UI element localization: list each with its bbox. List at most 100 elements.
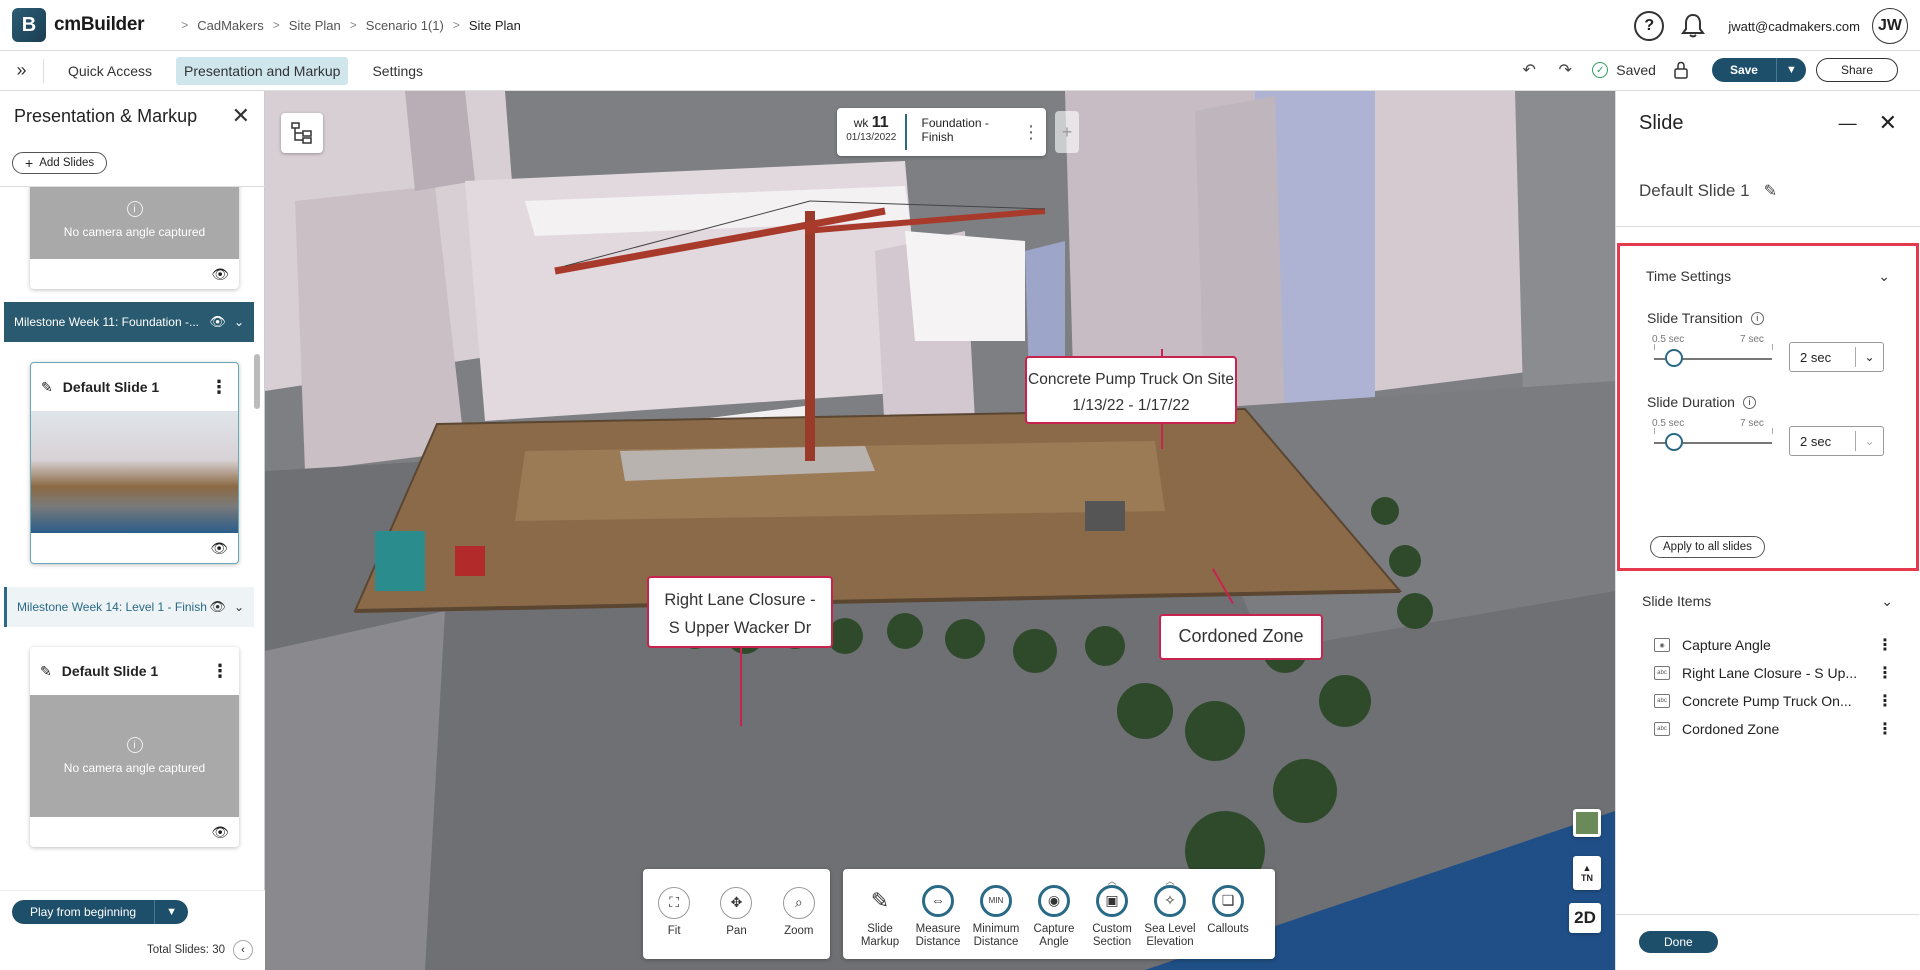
close-icon[interactable]: ✕	[232, 103, 250, 129]
chevron-right-icon: >	[181, 18, 189, 32]
section-title: Time Settings	[1646, 268, 1732, 284]
info-icon[interactable]: i	[1750, 311, 1764, 325]
2d-toggle-button[interactable]: 2D	[1569, 903, 1601, 933]
chevron-down-icon[interactable]: ⌄	[1881, 593, 1893, 610]
chevron-up-icon[interactable]: ︿	[1165, 876, 1174, 887]
bell-icon[interactable]	[1678, 11, 1708, 41]
scrollbar[interactable]	[254, 354, 260, 409]
more-vertical-icon[interactable]: ⋮	[1877, 663, 1893, 683]
chevron-down-icon[interactable]: ▼	[154, 900, 189, 924]
sea-level-elevation-button[interactable]: ︿ ✧ Sea Level Elevation	[1141, 876, 1199, 959]
breadcrumb-item[interactable]: Site Plan	[289, 18, 341, 33]
breadcrumb-item[interactable]: Scenario 1(1)	[366, 18, 444, 33]
callout-concrete-pump[interactable]: Concrete Pump Truck On Site 1/13/22 - 1/…	[1025, 356, 1237, 424]
measure-distance-button[interactable]: ⇔ Measure Distance	[909, 885, 967, 959]
eye-icon[interactable]: 👁	[209, 314, 226, 330]
minimize-icon[interactable]: —	[1839, 113, 1857, 134]
callout-cordoned-zone[interactable]: Cordoned Zone	[1159, 614, 1323, 660]
apply-to-all-slides-button[interactable]: Apply to all slides	[1650, 536, 1765, 558]
lock-icon[interactable]	[1670, 59, 1692, 81]
tab-settings[interactable]: Settings	[364, 57, 431, 85]
tool-label: Custom Section	[1092, 923, 1132, 948]
slide-card-selected[interactable]: ✎ Default Slide 1 ⋮ 👁	[30, 362, 239, 564]
compass-button[interactable]: ▲ TN	[1573, 856, 1601, 890]
callouts-button[interactable]: ❏ Callouts	[1199, 885, 1257, 959]
slider-handle[interactable]	[1665, 433, 1683, 451]
custom-section-button[interactable]: ︿ ▣ Custom Section	[1083, 876, 1141, 959]
undo-icon[interactable]: ↶	[1516, 57, 1542, 83]
scene-tree-button[interactable]	[281, 113, 323, 153]
chevron-down-icon[interactable]: ⌄	[1855, 431, 1883, 451]
eye-icon[interactable]: 👁	[30, 817, 239, 847]
list-item[interactable]: abc Right Lane Closure - S Up... ⋮	[1616, 659, 1919, 687]
pan-button[interactable]: ✥ Pan	[707, 887, 765, 959]
minimum-distance-button[interactable]: MIN Minimum Distance	[967, 885, 1025, 959]
fit-button[interactable]: ⛶ Fit	[645, 887, 703, 959]
top-bar: B cmBuilder > CadMakers > Site Plan > Sc…	[0, 0, 1920, 51]
expand-icon[interactable]: »	[0, 58, 44, 83]
eye-icon[interactable]: 👁	[30, 259, 239, 289]
slide-transition-select[interactable]: 2 sec ⌄	[1789, 342, 1884, 372]
info-icon[interactable]: i	[1742, 395, 1756, 409]
edit-icon[interactable]: ✎	[41, 379, 53, 396]
timeline-marker[interactable]: wk 11 01/13/2022 Foundation - Finish ⋮	[837, 108, 1046, 156]
time-settings-header[interactable]: Time Settings ⌄	[1620, 246, 1916, 306]
slide-items-header[interactable]: Slide Items ⌄	[1616, 571, 1919, 631]
slide-duration-select[interactable]: 2 sec ⌄	[1789, 426, 1884, 456]
item-label: Concrete Pump Truck On...	[1682, 693, 1852, 709]
slider-handle[interactable]	[1665, 349, 1683, 367]
edit-icon[interactable]: ✎	[40, 663, 52, 680]
tool-label: Slide Markup	[860, 923, 900, 948]
tab-presentation-markup[interactable]: Presentation and Markup	[176, 56, 349, 85]
chevron-up-icon[interactable]: ︿	[1107, 876, 1116, 887]
chevron-down-icon[interactable]: ⌄	[234, 315, 244, 329]
slide-markup-button[interactable]: ✎ Slide Markup	[851, 885, 909, 959]
chevron-down-icon[interactable]: ⌄	[1855, 347, 1883, 367]
more-vertical-icon[interactable]: ⋮	[1877, 719, 1893, 739]
edit-icon[interactable]: ✎	[1764, 181, 1777, 201]
list-item[interactable]: abc Concrete Pump Truck On... ⋮	[1616, 687, 1919, 715]
eye-icon[interactable]: 👁	[209, 599, 226, 615]
chevron-down-icon[interactable]: ⌄	[234, 600, 244, 614]
done-button[interactable]: Done	[1639, 931, 1718, 953]
tab-quick-access[interactable]: Quick Access	[60, 57, 160, 85]
slide-card[interactable]: ✎ Default Slide 1 ⋮ i No camera angle ca…	[30, 647, 239, 847]
more-vertical-icon[interactable]: ⋮	[210, 377, 228, 398]
chevron-down-icon[interactable]: ⌄	[1878, 268, 1890, 285]
close-icon[interactable]: ✕	[1879, 110, 1897, 136]
breadcrumb-item[interactable]: CadMakers	[197, 18, 263, 33]
help-icon[interactable]: ?	[1634, 11, 1665, 41]
save-button[interactable]: Save	[1711, 58, 1776, 82]
app-logo[interactable]: B cmBuilder	[12, 8, 145, 42]
milestone-header[interactable]: Milestone Week 14: Level 1 - Finish 👁 ⌄	[4, 587, 254, 627]
more-vertical-icon[interactable]: ⋮	[211, 661, 229, 682]
slider-tick	[1654, 344, 1655, 350]
map-thumbnail-button[interactable]	[1573, 809, 1601, 837]
user-email[interactable]: jwatt@cadmakers.com	[1728, 19, 1860, 34]
slides-list[interactable]: i No camera angle captured 👁 Milestone W…	[0, 186, 265, 963]
3d-viewport[interactable]: wk 11 01/13/2022 Foundation - Finish ⋮ +…	[265, 91, 1615, 970]
more-vertical-icon[interactable]: ⋮	[1877, 635, 1893, 655]
eye-icon[interactable]: 👁	[31, 533, 238, 563]
slide-card[interactable]: i No camera angle captured 👁	[30, 187, 239, 289]
add-timeline-icon[interactable]: +	[1055, 111, 1079, 153]
zoom-button[interactable]: ⌕ Zoom	[770, 887, 828, 959]
avatar[interactable]: JW	[1872, 8, 1908, 44]
milestone-header[interactable]: Milestone Week 11: Foundation -... 👁 ⌄	[4, 302, 254, 342]
add-slides-button[interactable]: + Add Slides	[12, 152, 108, 174]
timeline-week: wk 11 01/13/2022	[837, 114, 908, 150]
chevron-down-icon[interactable]: ▼	[1775, 58, 1806, 82]
item-label: Right Lane Closure - S Up...	[1682, 665, 1858, 681]
share-button[interactable]: Share	[1815, 58, 1898, 82]
redo-icon[interactable]: ↷	[1552, 57, 1578, 83]
capture-angle-button[interactable]: ◉ Capture Angle	[1025, 885, 1083, 959]
more-vertical-icon[interactable]: ⋮	[1022, 122, 1040, 143]
camera-icon: ◉	[1654, 638, 1670, 652]
list-item[interactable]: ◉ Capture Angle ⋮	[1616, 631, 1919, 659]
more-vertical-icon[interactable]: ⋮	[1877, 691, 1893, 711]
callout-lane-closure[interactable]: Right Lane Closure - S Upper Wacker Dr	[647, 576, 833, 648]
chevron-left-icon[interactable]: ‹	[233, 940, 253, 960]
play-from-beginning-button[interactable]: Play from beginning	[12, 900, 155, 924]
slider-tick	[1772, 428, 1773, 434]
list-item[interactable]: abc Cordoned Zone ⋮	[1616, 715, 1919, 743]
